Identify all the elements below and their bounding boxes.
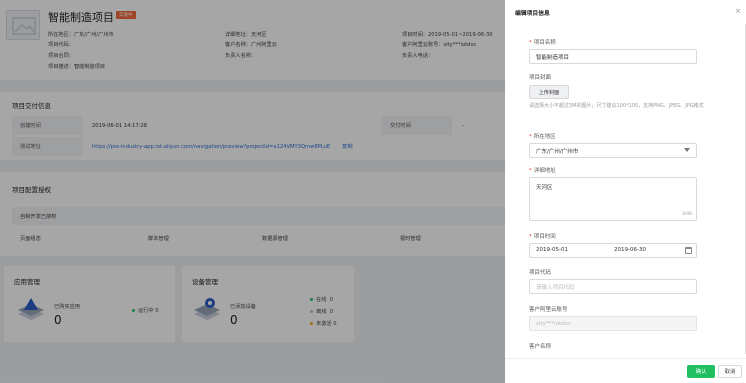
start-date[interactable]: 2019-05-01 <box>536 247 568 253</box>
time-label: * 项目时间 <box>529 234 556 240</box>
project-name-input[interactable]: 智能制造项目 <box>529 49 697 64</box>
region-label: * 所在地区 <box>529 134 556 140</box>
region-select[interactable]: 广东/广州/广州市 <box>529 143 697 158</box>
address-label: * 详细地址 <box>529 168 556 174</box>
edit-project-drawer: 编辑项目信息 × * 项目名称 智能制造项目 项目封面 上传封面 请选择大小不超过… <box>505 0 746 383</box>
calendar-icon[interactable] <box>685 247 692 254</box>
account-label: 客户阿里云账号 <box>529 307 568 313</box>
code-label: 项目代码 <box>529 270 552 276</box>
chevron-down-icon <box>684 148 690 152</box>
address-char-counter: 3/40 <box>681 212 692 217</box>
drawer-footer: 确认 取消 <box>505 358 746 383</box>
confirm-button[interactable]: 确认 <box>687 365 715 378</box>
customer-name-label: 客户名称 <box>529 344 552 350</box>
date-range-picker[interactable]: 2019-05-01 2019-06-30 <box>529 243 697 258</box>
drawer-title: 编辑项目信息 <box>515 11 550 17</box>
address-textarea[interactable]: 天河区 3/40 <box>529 177 697 221</box>
end-date[interactable]: 2019-06-30 <box>614 247 646 253</box>
customer-account-input: sity***iotdoc <box>529 316 697 331</box>
name-label: * 项目名称 <box>529 40 556 46</box>
close-icon[interactable]: × <box>735 7 741 15</box>
cancel-button[interactable]: 取消 <box>718 365 742 378</box>
cover-hint: 请选择大小不超过5M的图片，尺寸建议100*100，支持PNG、JPEG、JPG… <box>529 103 704 109</box>
upload-cover-button[interactable]: 上传封面 <box>529 85 569 99</box>
project-code-input[interactable]: 请输入项目代码 <box>529 279 697 294</box>
cover-label: 项目封面 <box>529 75 552 81</box>
